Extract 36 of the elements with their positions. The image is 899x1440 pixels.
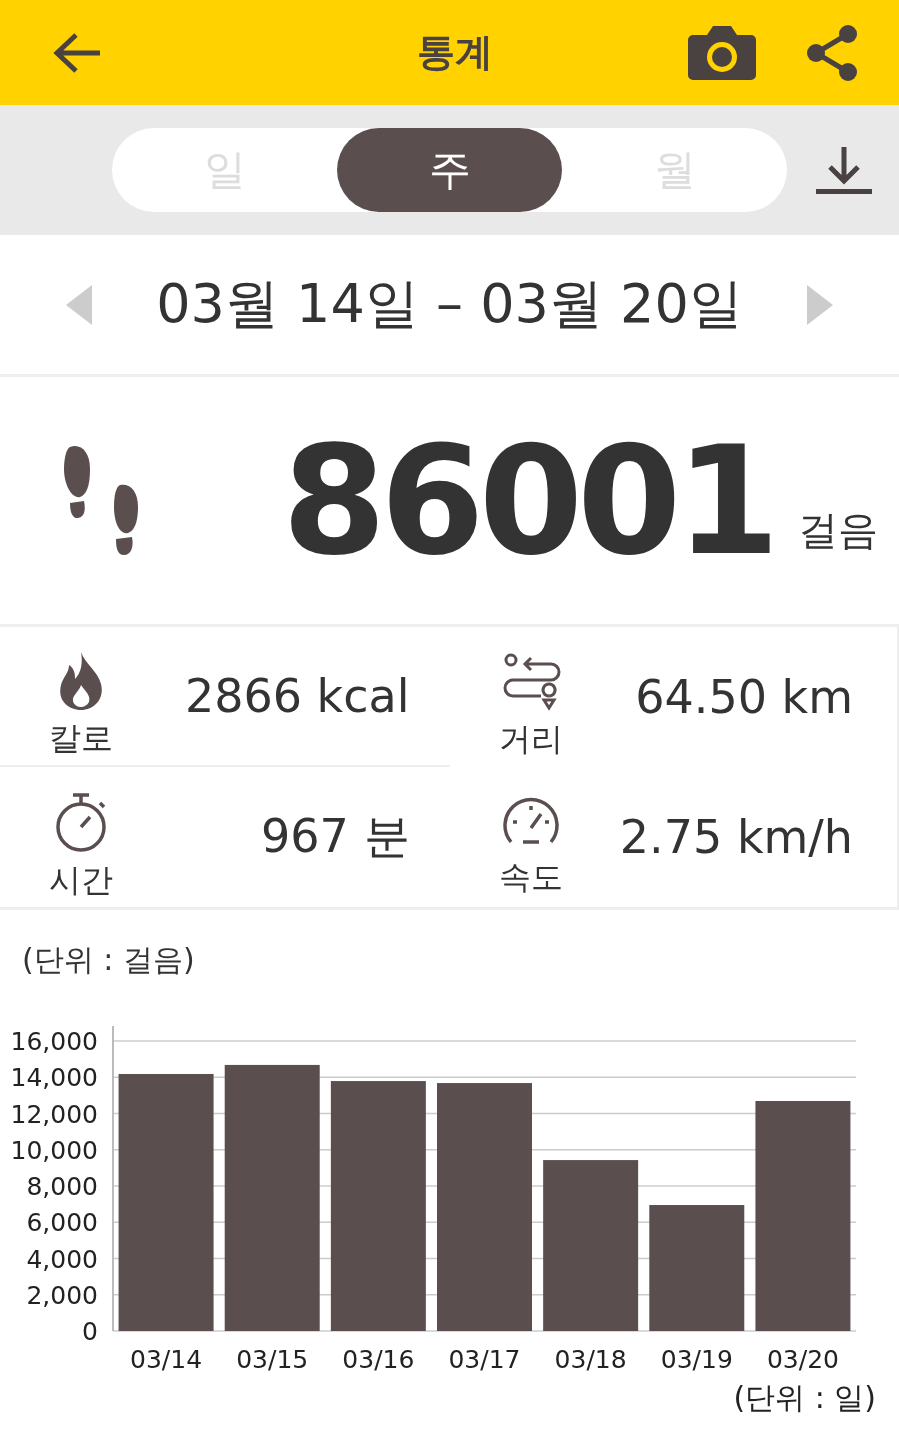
back-icon[interactable] (52, 31, 102, 74)
stat-label: 거리 (498, 719, 563, 760)
x-tick-label: 03/17 (448, 1345, 521, 1374)
y-tick-label: 16,000 (10, 1027, 98, 1056)
x-unit-label: (단위 : 일) (733, 1380, 876, 1415)
step-unit: 걸음 (797, 506, 878, 555)
x-tick-label: 03/14 (130, 1345, 203, 1374)
x-tick-label: 03/20 (766, 1345, 839, 1374)
x-tick-label: 03/19 (660, 1345, 733, 1374)
step-count: 86001 (282, 425, 774, 576)
stat-value: 967 분 (260, 808, 410, 865)
y-tick-label: 4,000 (26, 1244, 98, 1274)
download-icon[interactable] (815, 145, 873, 195)
stat-label: 속도 (498, 857, 563, 898)
screen-title: 통계 (415, 29, 494, 76)
x-tick-label: 03/16 (342, 1345, 415, 1374)
share-icon[interactable] (805, 23, 859, 82)
y-tick-label: 0 (82, 1317, 98, 1346)
date-range: 03월 14일 – 03월 20일 (156, 271, 743, 337)
stat-value: 2.75 km/h (618, 810, 853, 864)
y-tick-label: 10,000 (10, 1135, 98, 1165)
y-tick-label: 12,000 (10, 1099, 98, 1129)
stat-label: 칼로 (49, 718, 113, 759)
stat-value: 64.50 km (634, 670, 853, 724)
x-tick-label: 03/15 (236, 1345, 309, 1374)
y-tick-label: 8,000 (26, 1172, 98, 1201)
stat-value: 2866 kcal (183, 669, 410, 723)
stopwatch-icon (53, 791, 109, 853)
x-tick-label: 03/18 (554, 1345, 627, 1374)
unit-label: (단위 : 걸음) (22, 941, 195, 979)
y-tick-label: 6,000 (26, 1208, 98, 1238)
camera-icon[interactable] (687, 24, 757, 81)
y-tick-label: 2,000 (26, 1280, 98, 1310)
y-tick-label: 14,000 (10, 1063, 98, 1093)
period-tab[interactable]: 주 (337, 128, 562, 212)
stat-label: 시간 (49, 860, 113, 901)
